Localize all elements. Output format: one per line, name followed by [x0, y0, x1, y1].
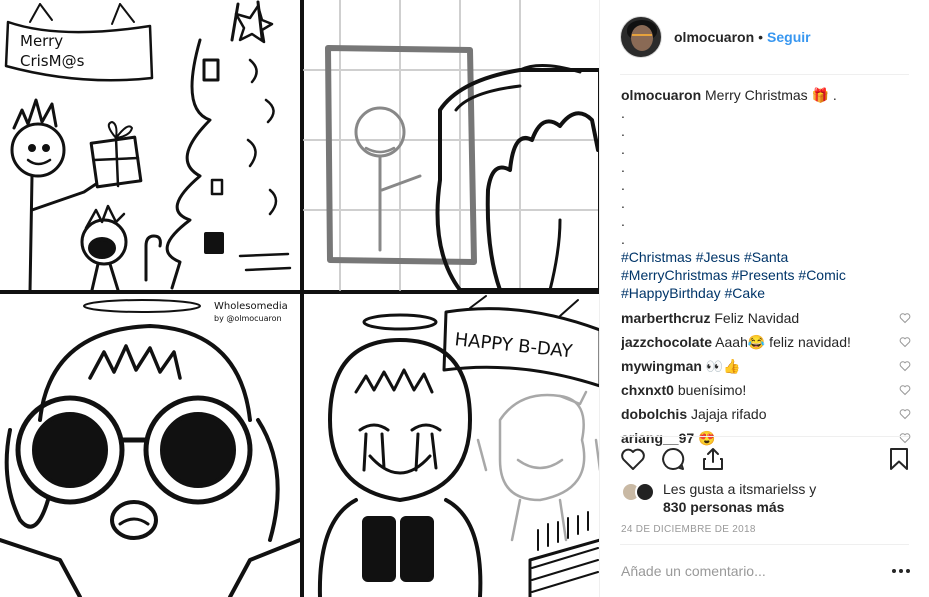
comment-row: dobolchis Jajaja rifado [621, 402, 911, 426]
like-heart-icon[interactable] [620, 446, 646, 472]
post-image[interactable]: Merry CrisM@s Wholesomedia by @olmocuaro… [0, 0, 600, 597]
comment-text: Jajaja rifado [691, 406, 767, 422]
birthday-banner-text: HAPPY B-DAY [454, 329, 575, 362]
likes-text: Les gusta a itsmarielss y 830 personas m… [663, 480, 816, 516]
comment-text: buenísimo! [677, 382, 747, 398]
likes-count[interactable]: 830 personas más [663, 498, 816, 516]
caption-hashtags: #Christmas #Jesus #Santa #MerryChristmas… [621, 248, 911, 302]
heart-icon[interactable] [899, 312, 911, 324]
signature-line1: Wholesomedia [214, 301, 288, 312]
author-avatar[interactable] [620, 16, 662, 58]
comment-row: marberthcruz Feliz Navidad [621, 306, 911, 330]
comment-row: jazzchocolate Aaah😂 feliz navidad! [621, 330, 911, 354]
hashtag-link[interactable]: #Christmas [621, 249, 692, 265]
separator-dot: • [758, 29, 764, 45]
comment-username[interactable]: jazzchocolate [621, 334, 712, 350]
heart-icon[interactable] [899, 336, 911, 348]
follow-button[interactable]: Seguir [767, 29, 811, 45]
comment-text: 👀👍 [705, 358, 741, 374]
caption-dot: . [621, 105, 625, 121]
comment-row: mywingman 👀👍 [621, 354, 911, 378]
liker-avatars [621, 482, 657, 502]
comment-username[interactable]: dobolchis [621, 406, 687, 422]
heart-icon[interactable] [899, 384, 911, 396]
caption-dot: . [621, 123, 625, 139]
hashtag-link[interactable]: #HappyBirthday [621, 285, 721, 301]
comments-list: olmocuaron Merry Christmas 🎁 . . . . . .… [621, 86, 911, 450]
caption-dots: . . . . . . . . [621, 104, 911, 248]
liker-avatar [635, 482, 655, 502]
caption-dot: . [621, 177, 625, 193]
signature-line2: by @olmocuaron [214, 314, 282, 323]
heart-icon[interactable] [899, 360, 911, 372]
post-sidebar: olmocuaron • Seguir olmocuaron Merry Chr… [600, 0, 929, 597]
comment-username[interactable]: ariang__97 [621, 430, 694, 446]
comment-username[interactable]: chxnxt0 [621, 382, 674, 398]
banner-text-line1: Merry [20, 32, 63, 50]
hashtag-link[interactable]: #Jesus [696, 249, 740, 265]
caption-dot: . [621, 141, 625, 157]
comment-text: Aaah😂 feliz navidad! [715, 334, 851, 350]
author-username[interactable]: olmocuaron [674, 29, 754, 45]
likes-line1: Les gusta a itsmarielss y [663, 481, 817, 497]
comment-username[interactable]: mywingman [621, 358, 702, 374]
comic-drawing: Merry CrisM@s Wholesomedia by @olmocuaro… [0, 0, 599, 597]
actions-divider [620, 436, 909, 437]
post-date[interactable]: 24 DE DICIEMBRE DE 2018 [621, 524, 756, 535]
add-comment-divider [620, 544, 909, 545]
comment-text: Feliz Navidad [714, 310, 800, 326]
likes-summary[interactable]: Les gusta a itsmarielss y 830 personas m… [621, 480, 911, 516]
comment-username[interactable]: marberthcruz [621, 310, 710, 326]
hashtag-link[interactable]: #Presents [731, 267, 794, 283]
hashtag-link[interactable]: #Santa [744, 249, 788, 265]
banner-text-line2: CrisM@s [20, 52, 85, 70]
heart-icon[interactable] [899, 432, 911, 444]
hashtag-link[interactable]: #MerryChristmas [621, 267, 728, 283]
panel-2 [303, 0, 599, 292]
caption-dot: . [621, 159, 625, 175]
caption-dot: . [621, 195, 625, 211]
comment-text: 😍 [698, 430, 716, 446]
add-comment-bar: Añade un comentario... [621, 560, 910, 582]
comment-bubble-icon[interactable] [660, 446, 686, 472]
hashtag-link[interactable]: #Comic [798, 267, 845, 283]
hashtag-link[interactable]: #Cake [725, 285, 765, 301]
heart-icon[interactable] [899, 408, 911, 420]
add-comment-input[interactable]: Añade un comentario... [621, 563, 766, 579]
caption-text: Merry Christmas 🎁 . [705, 87, 837, 103]
post-header: olmocuaron • Seguir [620, 14, 908, 60]
comment-row: chxnxt0 buenísimo! [621, 378, 911, 402]
panel-3 [0, 299, 302, 597]
bookmark-icon[interactable] [886, 446, 912, 472]
caption: olmocuaron Merry Christmas 🎁 . [621, 86, 911, 104]
caption-dot: . [621, 213, 625, 229]
caption-dot: . [621, 231, 625, 247]
header-divider [620, 74, 909, 75]
action-bar [620, 446, 910, 474]
caption-username[interactable]: olmocuaron [621, 87, 701, 103]
share-icon[interactable] [700, 446, 726, 472]
more-options-icon[interactable] [892, 569, 910, 573]
